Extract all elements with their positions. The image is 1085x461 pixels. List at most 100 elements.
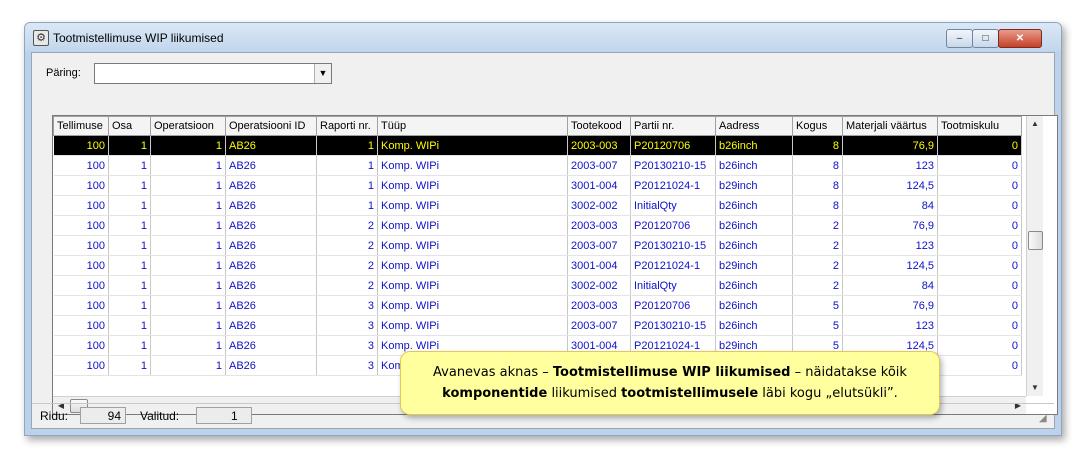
callout-text-3: liikumised — [547, 386, 622, 401]
table-cell: 1 — [150, 195, 226, 216]
table-cell: 76,9 — [842, 295, 938, 316]
rows-count-label: Ridu: — [40, 409, 69, 423]
table-row[interactable]: 100 1 1 AB26 2 Komp. WIPi 2003-003 P20120706 b26… — [53, 215, 1022, 236]
table-row[interactable]: 100 1 1 AB26 2 Komp. WIPi 3002-002 InitialQty b2… — [53, 275, 1022, 296]
column-header[interactable]: Raporti nr. — [316, 116, 378, 136]
callout-text-1: Avanevas aknas – — [433, 365, 553, 380]
column-header[interactable]: Tootekood — [567, 116, 631, 136]
table-cell: 1 — [108, 335, 151, 356]
table-row[interactable]: 100 1 1 AB26 3 Komp. WIPi 2003-007 P20130210-15… — [53, 315, 1022, 336]
table-cell: AB26 — [225, 315, 317, 336]
table-cell: 2 — [792, 235, 843, 256]
table-cell: AB26 — [225, 195, 317, 216]
table-cell: 1 — [108, 355, 151, 376]
vertical-scrollbar[interactable]: ▲ ▼ — [1026, 116, 1043, 396]
arrow-down-icon[interactable]: ▼ — [1027, 380, 1043, 396]
gear-icon: ⚙ — [33, 30, 49, 46]
table-cell: 0 — [937, 335, 1022, 356]
table-cell: 2003-007 — [567, 155, 631, 176]
table-cell: 1 — [150, 335, 226, 356]
table-cell: Komp. WIPi — [377, 315, 568, 336]
column-header[interactable]: Aadress — [715, 116, 793, 136]
table-cell: 2003-003 — [567, 135, 631, 156]
table-cell: b26inch — [715, 295, 793, 316]
close-button[interactable]: ✕ — [998, 29, 1042, 48]
table-cell: 100 — [53, 155, 109, 176]
table-cell: b26inch — [715, 235, 793, 256]
resize-grip-icon[interactable]: ◢ — [1039, 413, 1051, 425]
table-cell: 2 — [316, 275, 378, 296]
maximize-button[interactable]: □ — [972, 29, 999, 48]
table-cell: 2 — [792, 275, 843, 296]
rows-count-value: 94 — [80, 407, 126, 424]
table-cell: AB26 — [225, 275, 317, 296]
table-cell: 1 — [108, 295, 151, 316]
chevron-down-icon[interactable]: ▼ — [314, 64, 331, 83]
table-cell: Komp. WIPi — [377, 195, 568, 216]
query-label: Päring: — [46, 67, 81, 79]
vertical-scroll-thumb[interactable] — [1028, 231, 1043, 250]
title-bar[interactable]: ⚙ Tootmistellimuse WIP liikumised ‒ □ ✕ — [25, 23, 1061, 51]
table-row[interactable]: 100 1 1 AB26 2 Komp. WIPi 2003-007 P20130210-15… — [53, 235, 1022, 256]
table-cell: 2003-007 — [567, 315, 631, 336]
table-cell: b26inch — [715, 315, 793, 336]
table-cell: 1 — [316, 195, 378, 216]
table-cell: 100 — [53, 295, 109, 316]
table-cell: 8 — [792, 175, 843, 196]
table-cell: 3 — [316, 335, 378, 356]
table-cell: Komp. WIPi — [377, 275, 568, 296]
table-cell: 5 — [792, 295, 843, 316]
table-cell: AB26 — [225, 215, 317, 236]
column-header[interactable]: Tüüp — [377, 116, 568, 136]
table-cell: b26inch — [715, 275, 793, 296]
table-cell: 0 — [937, 235, 1022, 256]
table-cell: 5 — [792, 315, 843, 336]
column-header[interactable]: Tootmiskulu — [937, 116, 1022, 136]
grid-table: Tellimuse Osa Operatsioon Operatsiooni ID Ra… — [53, 116, 1022, 376]
column-header[interactable]: Kogus — [792, 116, 843, 136]
table-cell: 1 — [108, 255, 151, 276]
table-cell: 100 — [53, 195, 109, 216]
table-cell: 8 — [792, 195, 843, 216]
table-cell: 76,9 — [842, 215, 938, 236]
table-cell: 76,9 — [842, 135, 938, 156]
arrow-up-icon[interactable]: ▲ — [1027, 116, 1043, 132]
table-row[interactable]: 100 1 1 AB26 2 Komp. WIPi 3001-004 P20121024-1 b… — [53, 255, 1022, 276]
table-cell: b26inch — [715, 155, 793, 176]
column-header[interactable]: Materjali väärtus — [842, 116, 938, 136]
table-cell: 100 — [53, 315, 109, 336]
table-row[interactable]: 100 1 1 AB26 1 Komp. WIPi 3002-002 InitialQty b2… — [53, 195, 1022, 216]
table-row[interactable]: 100 1 1 AB26 3 Komp. WIPi 2003-003 P20120706 b26… — [53, 295, 1022, 316]
callout-bold-2: komponentide — [442, 386, 548, 401]
table-cell: 1 — [108, 275, 151, 296]
table-cell: P20120706 — [630, 295, 716, 316]
column-header[interactable]: Operatsiooni ID — [225, 116, 317, 136]
table-cell: AB26 — [225, 175, 317, 196]
table-row[interactable]: 100 1 1 AB26 1 Komp. WIPi 2003-007 P20130210-15… — [53, 155, 1022, 176]
table-cell: 3001-004 — [567, 255, 631, 276]
query-dropdown[interactable]: ▼ — [94, 63, 332, 84]
table-cell: InitialQty — [630, 275, 716, 296]
table-cell: 1 — [150, 175, 226, 196]
column-header[interactable]: Operatsioon — [150, 116, 226, 136]
minimize-button[interactable]: ‒ — [946, 29, 973, 48]
column-header[interactable]: Partii nr. — [630, 116, 716, 136]
callout-bold-3: tootmistellimusele — [621, 386, 759, 401]
table-row[interactable]: 100 1 1 AB26 1 Komp. WIPi 3001-004 P20121024-1 b… — [53, 175, 1022, 196]
table-cell: AB26 — [225, 295, 317, 316]
column-header[interactable]: Tellimuse — [53, 116, 109, 136]
column-header[interactable]: Osa — [108, 116, 151, 136]
table-cell: AB26 — [225, 335, 317, 356]
window-title: Tootmistellimuse WIP liikumised — [53, 31, 224, 45]
table-cell: Komp. WIPi — [377, 135, 568, 156]
table-cell: 1 — [316, 135, 378, 156]
table-cell: 100 — [53, 275, 109, 296]
table-cell: b26inch — [715, 135, 793, 156]
table-cell: AB26 — [225, 355, 317, 376]
table-cell: 1 — [150, 235, 226, 256]
table-cell: 100 — [53, 335, 109, 356]
table-cell: P20130210-15 — [630, 155, 716, 176]
table-cell: 100 — [53, 215, 109, 236]
table-cell: 1 — [108, 175, 151, 196]
table-row[interactable]: 100 1 1 AB26 1 Komp. WIPi 2003-003 P20120706 b26… — [53, 135, 1022, 156]
